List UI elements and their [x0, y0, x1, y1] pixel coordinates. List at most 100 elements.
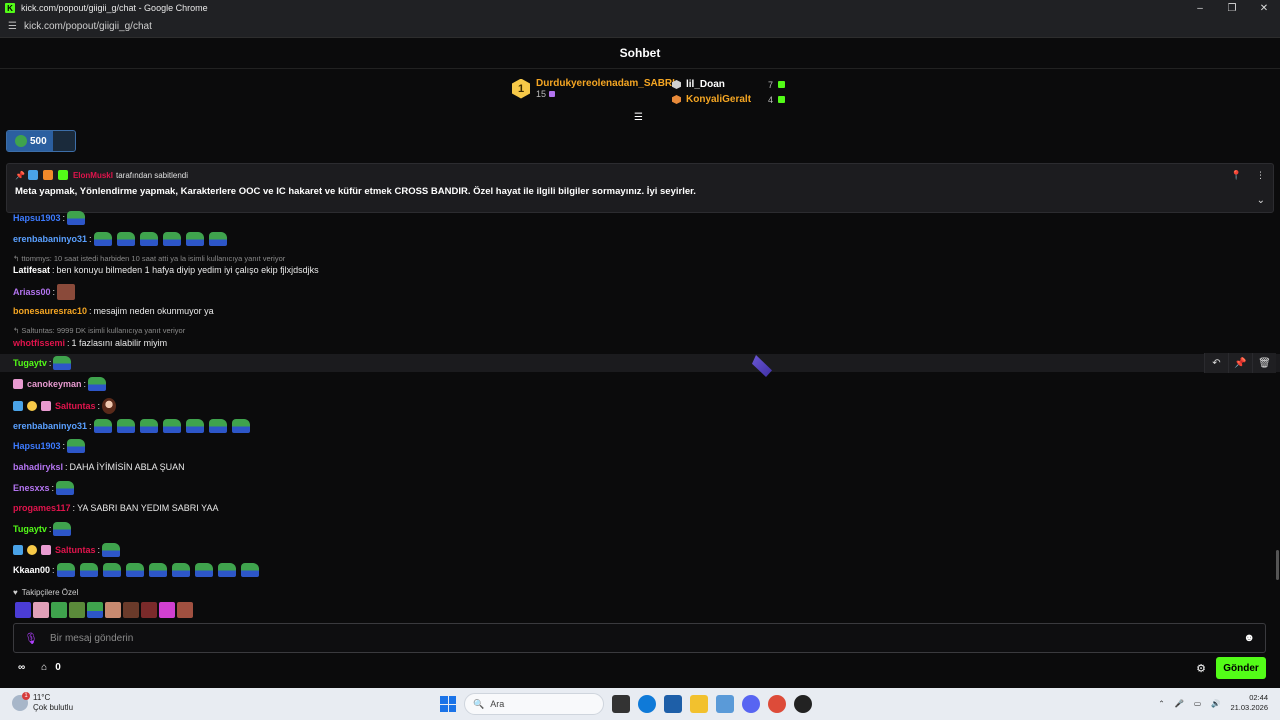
unpin-icon[interactable]: 📍	[1231, 170, 1242, 181]
send-button[interactable]: Gönder	[1216, 657, 1266, 679]
start-button[interactable]	[440, 696, 456, 712]
maximize-button[interactable]: ❐	[1216, 3, 1248, 14]
emote-button[interactable]	[87, 602, 103, 618]
clock-time: 02:44	[1249, 693, 1268, 702]
more-options-icon[interactable]: ⋮	[1256, 170, 1265, 181]
collapse-leaderboard-icon[interactable]: ☰	[634, 112, 643, 123]
chevron-down-icon[interactable]: ⌄	[1257, 195, 1265, 206]
chat-message[interactable]: Latifesat: ben konuyu bilmeden 1 hafya d…	[13, 262, 319, 278]
gifter-badge-icon	[27, 545, 37, 555]
file-explorer-icon[interactable]	[690, 695, 708, 713]
emote-button[interactable]	[141, 602, 157, 618]
chat-username[interactable]: progames117	[13, 503, 71, 513]
chat-username[interactable]: canokeyman	[27, 379, 82, 389]
chat-message[interactable]: progames117: YA SABRI BAN YEDIM SABRI YA…	[13, 500, 218, 516]
emote-button[interactable]	[69, 602, 85, 618]
chat-message[interactable]: Tugaytv:	[13, 355, 74, 371]
leaderboard-first[interactable]: 1 Durdukyereolenadam_SABRI 15	[512, 78, 675, 99]
chat-username[interactable]: erenbabaninyo31	[13, 421, 87, 431]
emote-button[interactable]	[33, 602, 49, 618]
close-button[interactable]: ✕	[1248, 3, 1280, 14]
address-bar[interactable]: ☰ kick.com/popout/giigii_g/chat	[0, 16, 1280, 38]
emoji-picker-icon[interactable]: ☻	[1243, 632, 1255, 644]
gear-icon[interactable]: ⚙	[1196, 662, 1206, 675]
chat-username[interactable]: bahadiryksl	[13, 462, 63, 472]
chat-username[interactable]: Tugaytv	[13, 524, 47, 534]
microphone-tray-icon[interactable]: 🎤	[1175, 699, 1184, 708]
taskbar-search[interactable]: 🔍 Ara	[464, 693, 604, 715]
emote-button[interactable]	[177, 602, 193, 618]
emote-button[interactable]	[15, 602, 31, 618]
chat-username[interactable]: Saltuntas	[55, 545, 96, 555]
task-view-icon[interactable]	[612, 695, 630, 713]
settings-app-icon[interactable]	[716, 695, 734, 713]
microphone-icon[interactable]: 🎙	[24, 632, 38, 645]
chat-username[interactable]: whotfissemi	[13, 338, 65, 348]
url-text[interactable]: kick.com/popout/giigii_g/chat	[24, 21, 152, 32]
reply-icon[interactable]: ↶	[1204, 353, 1228, 373]
volume-icon[interactable]: 🔊	[1211, 699, 1220, 708]
site-info-icon[interactable]: ☰	[8, 21, 18, 32]
chat-username[interactable]: Hapsu1903	[13, 213, 61, 223]
chat-message[interactable]: erenbabaninyo31:	[13, 231, 230, 247]
emote-button[interactable]	[105, 602, 121, 618]
pinned-by: 📌 ElonMuskI tarafından sabitlendi	[15, 170, 1265, 180]
chat-message[interactable]: erenbabaninyo31:	[13, 418, 253, 434]
pepe-emote-icon	[208, 232, 227, 246]
goal-progress-bar[interactable]: 500	[6, 130, 76, 152]
chat-username[interactable]: erenbabaninyo31	[13, 234, 87, 244]
chat-username[interactable]: Saltuntas	[55, 401, 96, 411]
pepe-emote-icon	[162, 419, 181, 433]
chrome-icon[interactable]	[768, 695, 786, 713]
leaderboard-first-name[interactable]: Durdukyereolenadam_SABRI	[536, 78, 675, 89]
emote-button[interactable]	[159, 602, 175, 618]
chat-message[interactable]: Saltuntas:	[13, 396, 117, 416]
chat-input[interactable]	[49, 632, 1244, 644]
reply-context[interactable]: ↰ Saltuntas: 9999 DK isimli kullanıcıya …	[13, 326, 185, 335]
chat-username[interactable]: Tugaytv	[13, 358, 47, 368]
chat-message[interactable]: Hapsu1903:	[13, 438, 88, 454]
leaderboard-row[interactable]: lil_Doan 7	[672, 77, 785, 92]
delete-icon[interactable]: 🗑	[1252, 353, 1276, 373]
chat-username[interactable]: Hapsu1903	[13, 441, 61, 451]
chat-message[interactable]: Saltuntas:	[13, 542, 123, 558]
chat-message[interactable]: Hapsu1903:	[13, 210, 88, 226]
chat-message[interactable]: Enesxxs:	[13, 480, 77, 496]
leaderboard-row[interactable]: KonyaliGeralt 4	[672, 92, 785, 107]
pin-icon[interactable]: 📌	[1228, 353, 1252, 373]
chat-username[interactable]: Latifesat	[13, 265, 50, 275]
chat-scrollbar[interactable]	[1276, 550, 1279, 580]
chat-message[interactable]: whotfissemi: 1 fazlasını alabilir miyim	[13, 335, 167, 351]
weather-widget[interactable]: 1 11°C Çok bulutlu	[12, 692, 73, 713]
pepe-emote-icon	[139, 419, 158, 433]
chat-message[interactable]: Ariass00:	[13, 282, 76, 302]
store-app-icon[interactable]	[664, 695, 682, 713]
hovered-message-row[interactable]	[0, 354, 1280, 372]
leaderboard-name[interactable]: KonyaliGeralt	[686, 94, 751, 105]
chat-username[interactable]: bonesauresrac10	[13, 306, 87, 316]
chat-message[interactable]: Kkaan00:	[13, 562, 262, 578]
chat-message[interactable]: bahadiryksl: DAHA İYİMİSİN ABLA ŞUAN	[13, 459, 185, 475]
chat-username[interactable]: Enesxxs	[13, 483, 50, 493]
chat-username[interactable]: Ariass00	[13, 287, 51, 297]
pepe-emote-icon	[88, 377, 107, 391]
pinned-by-user[interactable]: ElonMuskI	[73, 171, 113, 180]
chat-username[interactable]: Kkaan00	[13, 565, 50, 575]
network-icon[interactable]: ▭	[1194, 699, 1201, 708]
chat-message[interactable]: Tugaytv:	[13, 521, 74, 537]
weather-temp: 11°C	[33, 693, 51, 702]
chat-input-box[interactable]: 🎙 ☻	[13, 623, 1266, 653]
obs-icon[interactable]	[794, 695, 812, 713]
emote-button[interactable]	[51, 602, 67, 618]
discord-icon[interactable]	[742, 695, 760, 713]
chat-message[interactable]: bonesauresrac10: mesajim neden okunmuyor…	[13, 303, 214, 319]
infinity-icon[interactable]: ∞	[18, 662, 25, 673]
chat-message[interactable]: canokeyman:	[13, 376, 109, 392]
chevron-up-icon[interactable]: ⌃	[1158, 699, 1164, 708]
edge-icon[interactable]	[638, 695, 656, 713]
store-icon[interactable]: ⌂	[41, 662, 47, 673]
leaderboard-name[interactable]: lil_Doan	[686, 79, 746, 90]
clock[interactable]: 02:44 21.03.2026	[1230, 693, 1268, 713]
emote-button[interactable]	[123, 602, 139, 618]
minimize-button[interactable]: –	[1184, 3, 1216, 14]
